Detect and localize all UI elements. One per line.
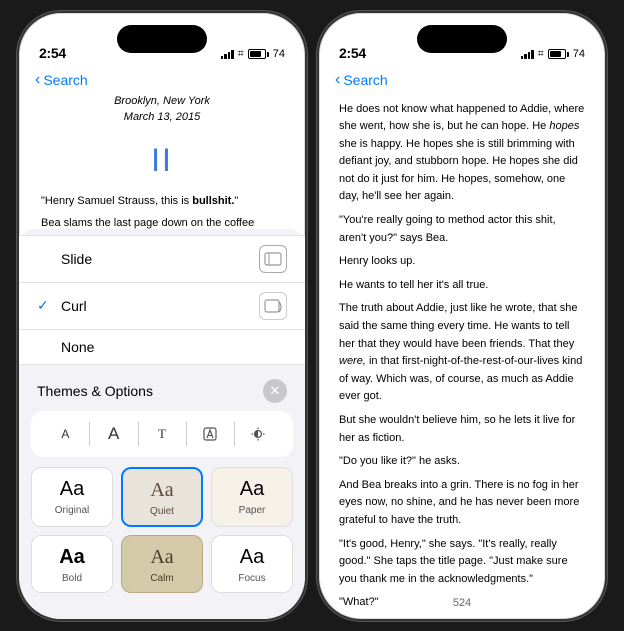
theme-label-original: Original (55, 505, 89, 516)
theme-sample-paper: Aa (240, 478, 264, 501)
right-para-7: "Do you like it?" he asks. (339, 453, 585, 471)
right-para-5: The truth about Addie, just like he wrot… (339, 300, 585, 406)
right-book-text: He does not know what happened to Addie,… (319, 93, 605, 607)
signal-icon (221, 49, 234, 59)
battery-pct-left: 74 (273, 48, 285, 60)
slide-icon (259, 245, 287, 273)
close-button[interactable]: ✕ (263, 379, 287, 403)
theme-card-paper[interactable]: Aa Paper (211, 467, 293, 527)
dynamic-island-left (117, 25, 207, 53)
theme-card-focus[interactable]: Aa Focus (211, 535, 293, 593)
status-icons-right: ⌗ 74 (521, 48, 585, 61)
font-increase-btn[interactable]: A (97, 417, 131, 451)
battery-left (248, 49, 269, 59)
font-decrease-btn[interactable]: A (48, 417, 82, 451)
signal-icon-right (521, 49, 534, 59)
theme-card-quiet[interactable]: Aa Quiet (121, 467, 203, 527)
themes-title: Themes & Options (37, 383, 153, 399)
theme-sample-bold: Aa (59, 546, 85, 569)
font-divider-2 (138, 422, 139, 446)
theme-sample-calm: Aa (150, 546, 173, 569)
slide-option-slide-left: Slide (37, 251, 92, 267)
slide-option-curl-left: ✓ Curl (37, 297, 87, 314)
chapter-number: II (41, 136, 283, 186)
right-para-2: "You're really going to method actor thi… (339, 212, 585, 247)
right-para-6: But she wouldn't believe him, so he lets… (339, 412, 585, 447)
slide-option-curl[interactable]: ✓ Curl (19, 283, 305, 330)
battery-right (548, 49, 569, 59)
book-location-line2: March 13, 2015 (41, 109, 283, 126)
right-para-1: He does not know what happened to Addie,… (339, 101, 585, 207)
wifi-icon: ⌗ (238, 48, 244, 61)
slide-panel: Slide ✓ Curl (19, 229, 305, 619)
battery-pct-right: 74 (573, 48, 585, 60)
chevron-left-icon-right: ‹ (335, 71, 340, 89)
slide-option-none-left: None (37, 339, 94, 355)
nav-bar-right: ‹ Search (319, 65, 605, 93)
theme-sample-original: Aa (60, 478, 84, 501)
font-divider-1 (89, 422, 90, 446)
slide-option-slide[interactable]: Slide (19, 235, 305, 283)
right-para-8: And Bea breaks into a grin. There is no … (339, 477, 585, 530)
right-para-4: He wants to tell her it's all true. (339, 277, 585, 295)
curl-check: ✓ (37, 297, 53, 314)
theme-label-calm: Calm (150, 573, 173, 584)
book-header: Brooklyn, New York March 13, 2015 (41, 93, 283, 126)
phones-container: 2:54 ⌗ 74 ‹ Search (7, 1, 617, 631)
right-phone: 2:54 ⌗ 74 ‹ Search (317, 11, 607, 621)
brightness-btn[interactable] (241, 417, 275, 451)
theme-label-bold: Bold (62, 573, 82, 584)
theme-label-paper: Paper (239, 505, 266, 516)
themes-header: Themes & Options ✕ (19, 371, 305, 407)
nav-back-label-right: Search (343, 72, 387, 88)
book-location-line1: Brooklyn, New York (41, 93, 283, 110)
status-icons-left: ⌗ 74 (221, 48, 285, 61)
time-left: 2:54 (39, 45, 66, 61)
font-controls: A A T (31, 411, 293, 457)
right-para-9: "It's good, Henry," she says. "It's real… (339, 536, 585, 589)
page-number: 524 (453, 597, 471, 609)
dynamic-island-right (417, 25, 507, 53)
theme-card-original[interactable]: Aa Original (31, 467, 113, 527)
time-right: 2:54 (339, 45, 366, 61)
back-button-right[interactable]: ‹ Search (335, 71, 388, 89)
font-sans-btn[interactable] (193, 417, 227, 451)
back-button-left[interactable]: ‹ Search (35, 71, 88, 89)
theme-cards-grid: Aa Original Aa Quiet Aa Paper Aa Bold (19, 461, 305, 599)
slide-option-label: Slide (61, 251, 92, 267)
chevron-left-icon: ‹ (35, 71, 40, 89)
theme-card-bold[interactable]: Aa Bold (31, 535, 113, 593)
left-phone: 2:54 ⌗ 74 ‹ Search (17, 11, 307, 621)
book-paragraph-1: "Henry Samuel Strauss, this is bullshit.… (41, 193, 283, 210)
curl-option-label: Curl (61, 298, 87, 314)
nav-back-label-left: Search (43, 72, 87, 88)
theme-sample-quiet: Aa (150, 479, 173, 502)
theme-sample-focus: Aa (240, 546, 264, 569)
font-divider-4 (234, 422, 235, 446)
none-option-label: None (61, 339, 94, 355)
theme-label-focus: Focus (238, 573, 265, 584)
curl-icon (259, 292, 287, 320)
left-phone-content: ‹ Search Brooklyn, New York March 13, 20… (19, 65, 305, 619)
font-serif-btn[interactable]: T (145, 417, 179, 451)
right-para-3: Henry looks up. (339, 253, 585, 271)
right-phone-content: ‹ Search He does not know what happened … (319, 65, 605, 619)
theme-card-calm[interactable]: Aa Calm (121, 535, 203, 593)
slide-option-none[interactable]: None (19, 330, 305, 365)
theme-label-quiet: Quiet (150, 506, 174, 517)
slide-options-list: Slide ✓ Curl (19, 229, 305, 371)
nav-bar-left: ‹ Search (19, 65, 305, 93)
wifi-icon-right: ⌗ (538, 48, 544, 61)
font-divider-3 (186, 422, 187, 446)
